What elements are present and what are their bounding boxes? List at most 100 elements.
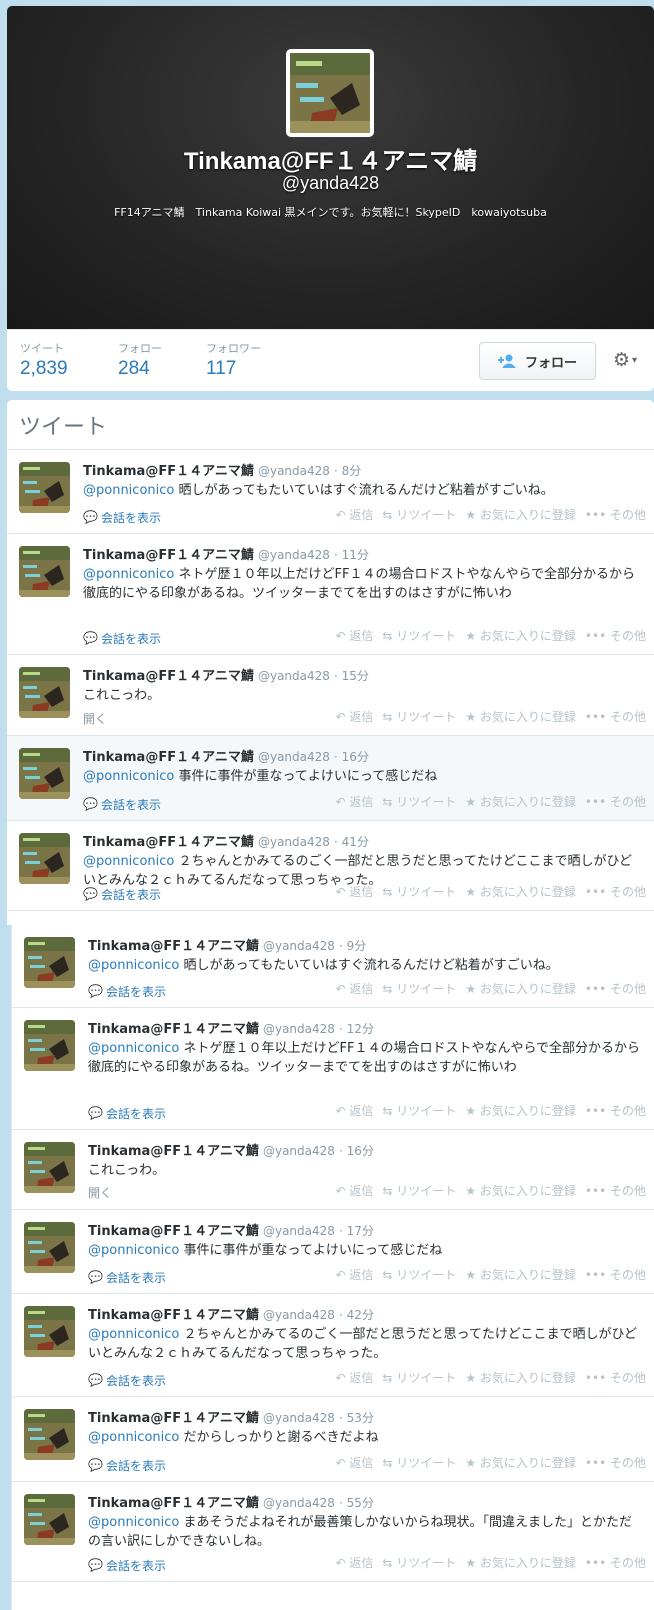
retweet-action[interactable]: ⇆ リツイート	[382, 982, 456, 996]
favorite-action[interactable]: ★ お気に入りに登録	[465, 795, 576, 809]
tweet-author-handle[interactable]: @yanda428	[263, 1022, 335, 1036]
tweet-item[interactable]: Tinkama@FF１４アニマ鯖 @yanda428 · 53分 @ponnico…	[12, 1397, 654, 1482]
tweet-author-name[interactable]: Tinkama@FF１４アニマ鯖	[88, 1496, 259, 1511]
favorite-action[interactable]: ★ お気に入りに登録	[465, 1268, 576, 1282]
tweet-avatar[interactable]	[24, 1020, 75, 1071]
tweet-timestamp[interactable]: · 17分	[339, 1224, 374, 1238]
tweet-item[interactable]: Tinkama@FF１４アニマ鯖 @yanda428 · 41分 @ponnico…	[7, 821, 654, 911]
tweet-author-handle[interactable]: @yanda428	[263, 1224, 335, 1238]
favorite-action[interactable]: ★ お気に入りに登録	[465, 508, 576, 522]
reply-action[interactable]: ↶ 返信	[336, 1104, 374, 1118]
more-action[interactable]: ••• その他	[585, 1268, 646, 1282]
show-conversation-link[interactable]: 💬 会話を表示	[88, 1372, 166, 1389]
tweet-timestamp[interactable]: · 16分	[339, 1144, 374, 1158]
tweet-mention-link[interactable]: @ponniconico	[83, 854, 174, 869]
reply-action[interactable]: ↶ 返信	[336, 710, 374, 724]
reply-action[interactable]: ↶ 返信	[336, 885, 374, 899]
show-conversation-link[interactable]: 💬 会話を表示	[83, 886, 161, 903]
favorite-action[interactable]: ★ お気に入りに登録	[465, 1456, 576, 1470]
tweet-avatar[interactable]	[19, 748, 70, 799]
retweet-action[interactable]: ⇆ リツイート	[382, 1556, 456, 1570]
tweet-author-handle[interactable]: @yanda428	[263, 1496, 335, 1510]
tweet-avatar[interactable]	[24, 1142, 75, 1193]
show-conversation-link[interactable]: 💬 会話を表示	[88, 983, 166, 1000]
favorite-action[interactable]: ★ お気に入りに登録	[465, 629, 576, 643]
retweet-action[interactable]: ⇆ リツイート	[382, 1456, 456, 1470]
tweet-timestamp[interactable]: · 55分	[339, 1496, 374, 1510]
show-conversation-link[interactable]: 💬 会話を表示	[83, 630, 161, 647]
follow-button[interactable]: フォロー	[479, 342, 596, 380]
tweet-author-name[interactable]: Tinkama@FF１４アニマ鯖	[88, 1308, 259, 1323]
tweet-author-handle[interactable]: @yanda428	[258, 669, 330, 683]
reply-action[interactable]: ↶ 返信	[336, 795, 374, 809]
retweet-action[interactable]: ⇆ リツイート	[382, 795, 456, 809]
tweet-author-handle[interactable]: @yanda428	[258, 750, 330, 764]
stat-tweets[interactable]: ツイート 2,839	[20, 340, 68, 380]
more-action[interactable]: ••• その他	[585, 982, 646, 996]
tweet-author-name[interactable]: Tinkama@FF１４アニマ鯖	[83, 464, 254, 479]
reply-action[interactable]: ↶ 返信	[336, 1371, 374, 1385]
tweet-item[interactable]: Tinkama@FF１４アニマ鯖 @yanda428 · 11分 @ponnico…	[7, 534, 654, 655]
tweet-mention-link[interactable]: @ponniconico	[83, 769, 174, 784]
show-conversation-link[interactable]: 💬 会話を表示	[83, 796, 161, 813]
retweet-action[interactable]: ⇆ リツイート	[382, 1104, 456, 1118]
tweet-mention-link[interactable]: @ponniconico	[88, 1327, 179, 1342]
retweet-action[interactable]: ⇆ リツイート	[382, 1371, 456, 1385]
reply-action[interactable]: ↶ 返信	[336, 982, 374, 996]
tweet-mention-link[interactable]: @ponniconico	[88, 958, 179, 973]
more-action[interactable]: ••• その他	[585, 1104, 646, 1118]
settings-dropdown[interactable]: ⚙ ▾	[607, 344, 643, 376]
retweet-action[interactable]: ⇆ リツイート	[382, 508, 456, 522]
tweet-timestamp[interactable]: · 15分	[334, 669, 369, 683]
tweet-mention-link[interactable]: @ponniconico	[88, 1515, 179, 1530]
reply-action[interactable]: ↶ 返信	[336, 1556, 374, 1570]
tweet-mention-link[interactable]: @ponniconico	[83, 483, 174, 498]
favorite-action[interactable]: ★ お気に入りに登録	[465, 1556, 576, 1570]
tweet-author-handle[interactable]: @yanda428	[263, 939, 335, 953]
tweet-author-handle[interactable]: @yanda428	[263, 1144, 335, 1158]
tweet-timestamp[interactable]: · 42分	[339, 1308, 374, 1322]
tweet-mention-link[interactable]: @ponniconico	[88, 1041, 179, 1056]
stat-following[interactable]: フォロー 284	[118, 340, 162, 380]
retweet-action[interactable]: ⇆ リツイート	[382, 885, 456, 899]
tweet-author-handle[interactable]: @yanda428	[258, 464, 330, 478]
retweet-action[interactable]: ⇆ リツイート	[382, 1268, 456, 1282]
tweet-avatar[interactable]	[24, 1409, 75, 1460]
tweet-timestamp[interactable]: · 53分	[339, 1411, 374, 1425]
tweet-item[interactable]: Tinkama@FF１４アニマ鯖 @yanda428 · 15分 これこっわ。 開く…	[7, 655, 654, 736]
tweet-avatar[interactable]	[24, 1494, 75, 1545]
tweet-avatar[interactable]	[24, 1306, 75, 1357]
retweet-action[interactable]: ⇆ リツイート	[382, 629, 456, 643]
reply-action[interactable]: ↶ 返信	[336, 629, 374, 643]
tweet-timestamp[interactable]: · 16分	[334, 750, 369, 764]
favorite-action[interactable]: ★ お気に入りに登録	[465, 1371, 576, 1385]
tweet-author-handle[interactable]: @yanda428	[258, 548, 330, 562]
favorite-action[interactable]: ★ お気に入りに登録	[465, 885, 576, 899]
tweet-timestamp[interactable]: · 9分	[339, 939, 366, 953]
stat-followers[interactable]: フォロワー 117	[206, 340, 261, 380]
tweet-author-name[interactable]: Tinkama@FF１４アニマ鯖	[83, 548, 254, 563]
more-action[interactable]: ••• その他	[585, 629, 646, 643]
tweet-avatar[interactable]	[24, 1222, 75, 1273]
retweet-action[interactable]: ⇆ リツイート	[382, 710, 456, 724]
more-action[interactable]: ••• その他	[585, 1371, 646, 1385]
tweet-author-name[interactable]: Tinkama@FF１４アニマ鯖	[88, 1022, 259, 1037]
tweet-author-name[interactable]: Tinkama@FF１４アニマ鯖	[83, 669, 254, 684]
show-conversation-link[interactable]: 💬 会話を表示	[88, 1457, 166, 1474]
more-action[interactable]: ••• その他	[585, 1556, 646, 1570]
reply-action[interactable]: ↶ 返信	[336, 508, 374, 522]
more-action[interactable]: ••• その他	[585, 710, 646, 724]
show-conversation-link[interactable]: 💬 会話を表示	[83, 509, 161, 526]
tweet-mention-link[interactable]: @ponniconico	[83, 567, 174, 582]
tweet-avatar[interactable]	[19, 462, 70, 513]
show-conversation-link[interactable]: 💬 会話を表示	[88, 1557, 166, 1574]
show-conversation-link[interactable]: 💬 会話を表示	[88, 1269, 166, 1286]
tweet-item[interactable]: Tinkama@FF１４アニマ鯖 @yanda428 · 8分 @ponnicon…	[7, 450, 654, 534]
tweet-author-handle[interactable]: @yanda428	[258, 835, 330, 849]
tweet-author-name[interactable]: Tinkama@FF１４アニマ鯖	[88, 1144, 259, 1159]
tweet-mention-link[interactable]: @ponniconico	[88, 1243, 179, 1258]
reply-action[interactable]: ↶ 返信	[336, 1268, 374, 1282]
tweet-item[interactable]: Tinkama@FF１４アニマ鯖 @yanda428 · 9分 @ponnicon…	[12, 925, 654, 1008]
more-action[interactable]: ••• その他	[585, 1456, 646, 1470]
show-conversation-link[interactable]: 💬 会話を表示	[88, 1105, 166, 1122]
